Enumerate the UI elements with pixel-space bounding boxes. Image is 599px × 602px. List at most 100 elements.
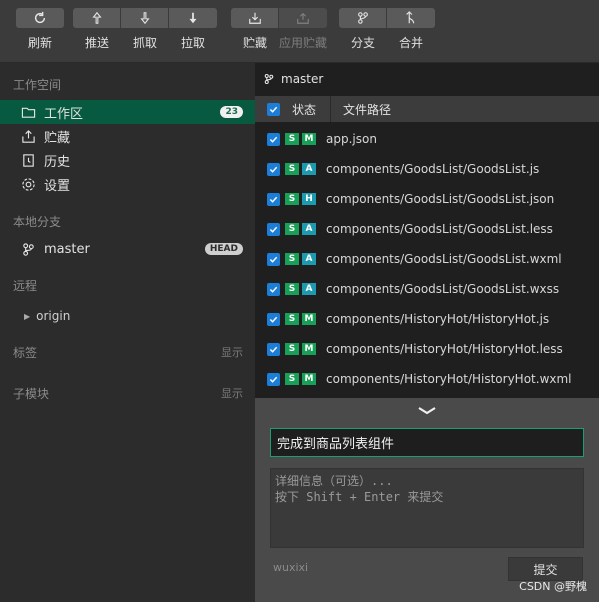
file-path: components/HistoryHot/HistoryHot.wxml <box>326 372 572 386</box>
file-checkbox[interactable] <box>267 222 280 236</box>
file-path: app.json <box>326 132 377 146</box>
merge-icon <box>406 11 415 24</box>
check-icon <box>269 346 278 353</box>
stash-icon <box>248 12 261 24</box>
commit-panel: 完成到商品列表组件 详细信息（可选）... 按下 Shift + Enter 来… <box>255 398 599 602</box>
stash-group: 贮藏 应用贮藏 <box>231 8 327 51</box>
sidebar-item-remote-origin[interactable]: ▶ origin <box>0 304 255 328</box>
file-path: components/HistoryHot/HistoryHot.less <box>326 342 563 356</box>
stash-icon <box>20 128 36 144</box>
sidebar-item-label: 历史 <box>44 154 71 170</box>
tags-show-toggle[interactable]: 显示 <box>221 344 243 360</box>
check-icon <box>269 166 278 173</box>
file-path: components/HistoryHot/HistoryHot.js <box>326 312 550 326</box>
check-icon <box>269 136 278 143</box>
check-icon <box>269 286 278 293</box>
check-icon <box>269 376 278 383</box>
changes-count-badge: 23 <box>220 106 243 118</box>
submodule-show-toggle[interactable]: 显示 <box>221 385 243 401</box>
sidebar-item-history[interactable]: 历史 <box>0 148 255 172</box>
apply-stash-label: 应用贮藏 <box>279 36 328 50</box>
apply-stash-button[interactable]: 应用贮藏 <box>279 8 327 51</box>
refresh-button[interactable]: 刷新 <box>16 8 64 51</box>
branch-group: 分支 合并 <box>339 8 435 51</box>
sidebar-item-settings[interactable]: 设置 <box>0 172 255 196</box>
commit-detail-textarea[interactable]: 详细信息（可选）... 按下 Shift + Enter 来提交 <box>270 468 584 548</box>
detail-placeholder-line2: 按下 Shift + Enter 来提交 <box>275 490 444 504</box>
change-status-tag: M <box>302 313 316 325</box>
local-branch-section-title: 本地分支 <box>13 215 62 229</box>
file-checkbox[interactable] <box>267 252 280 266</box>
history-icon <box>20 152 36 168</box>
remote-name: origin <box>36 309 71 323</box>
folder-icon <box>20 104 36 120</box>
merge-button[interactable]: 合并 <box>387 8 435 51</box>
staged-status-tag: S <box>285 373 299 385</box>
refresh-label: 刷新 <box>27 36 52 50</box>
stash-button[interactable]: 贮藏 <box>231 8 279 51</box>
staged-status-tag: S <box>285 223 299 235</box>
status-column-label: 状态 <box>292 102 317 117</box>
detail-placeholder-line1: 详细信息（可选）... <box>275 474 393 488</box>
file-checkbox[interactable] <box>267 282 280 296</box>
check-icon <box>269 316 278 323</box>
changes-list-header: 状态 文件路径 <box>255 96 599 122</box>
staged-status-tag: S <box>285 343 299 355</box>
sidebar-item-stash[interactable]: 贮藏 <box>0 124 255 148</box>
fetch-button[interactable]: 抓取 <box>121 8 169 51</box>
sidebar-item-workspace[interactable]: 工作区 23 <box>0 100 255 124</box>
sidebar-item-label: 设置 <box>44 178 71 194</box>
file-row[interactable]: S A components/GoodsList/GoodsList.less <box>255 214 599 244</box>
file-row[interactable]: S M app.json <box>255 124 599 154</box>
select-all-checkbox[interactable] <box>267 102 280 116</box>
check-icon <box>269 106 278 113</box>
file-checkbox[interactable] <box>267 372 280 386</box>
file-row[interactable]: S A components/GoodsList/GoodsList.wxml <box>255 244 599 274</box>
path-column-label: 文件路径 <box>343 102 392 117</box>
toolbar: 刷新 推送 抓取 拉取 贮藏 应用贮藏 分支 合并 <box>0 0 599 63</box>
branch-label: 分支 <box>350 36 375 50</box>
merge-label: 合并 <box>398 36 423 50</box>
file-row[interactable]: S H components/GoodsList/GoodsList.json <box>255 184 599 214</box>
sidebar-item-label: 贮藏 <box>44 130 71 146</box>
file-checkbox[interactable] <box>267 312 280 326</box>
file-row[interactable]: S M components/HistoryHot/HistoryHot.wxm… <box>255 364 599 394</box>
commit-message-input[interactable]: 完成到商品列表组件 <box>270 428 584 457</box>
watermark: CSDN @野槐 <box>519 580 587 593</box>
head-badge: HEAD <box>204 243 243 255</box>
staged-status-tag: S <box>285 253 299 265</box>
file-checkbox[interactable] <box>267 192 280 206</box>
fetch-label: 抓取 <box>132 36 157 50</box>
gear-icon <box>20 176 36 192</box>
file-checkbox[interactable] <box>267 342 280 356</box>
branch-button[interactable]: 分支 <box>339 8 387 51</box>
fetch-icon <box>139 12 150 25</box>
push-button[interactable]: 推送 <box>73 8 121 51</box>
file-row[interactable]: S M components/HistoryHot/HistoryHot.les… <box>255 334 599 364</box>
file-checkbox[interactable] <box>267 162 280 176</box>
file-path: components/GoodsList/GoodsList.js <box>326 162 540 176</box>
refresh-group: 刷新 <box>16 8 64 51</box>
sidebar: 工作空间 工作区 23 贮藏 历史 设置 本地分支 master HEAD 远程… <box>0 63 255 602</box>
change-status-tag: A <box>302 223 316 235</box>
change-status-tag: H <box>302 193 316 205</box>
current-branch-bar: master <box>255 63 599 95</box>
status-column-header: 状态 <box>255 96 331 122</box>
sidebar-item-branch-master[interactable]: master HEAD <box>0 237 255 261</box>
file-row[interactable]: S A components/GoodsList/GoodsList.js <box>255 154 599 184</box>
file-checkbox[interactable] <box>267 132 280 146</box>
collapse-chevron-icon[interactable] <box>417 406 437 416</box>
branch-icon <box>264 73 274 85</box>
file-row[interactable]: S M components/HistoryHot/HistoryHot.js <box>255 304 599 334</box>
check-icon <box>269 226 278 233</box>
push-icon <box>91 11 102 24</box>
file-row[interactable]: S A components/GoodsList/GoodsList.wxss <box>255 274 599 304</box>
sidebar-item-label: 工作区 <box>44 106 84 122</box>
current-branch-name: master <box>281 72 324 86</box>
stash-label: 贮藏 <box>242 36 267 50</box>
branch-icon <box>20 241 36 257</box>
expand-arrow-icon[interactable]: ▶ <box>24 312 30 321</box>
branch-name: master <box>44 241 90 257</box>
pull-button[interactable]: 拉取 <box>169 8 217 51</box>
check-icon <box>269 256 278 263</box>
